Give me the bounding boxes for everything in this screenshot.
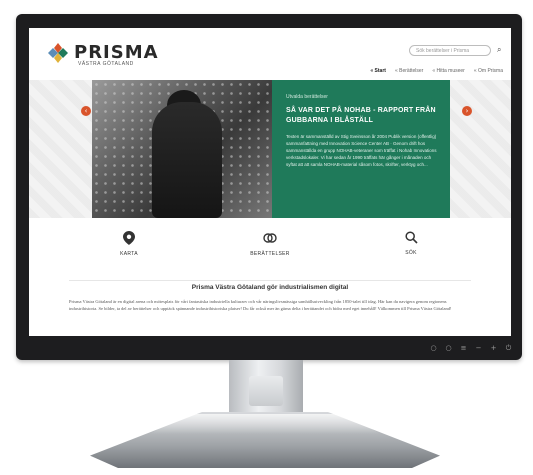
search-input[interactable]: Sök berättelser i Prisma	[409, 45, 491, 56]
feature-sok[interactable]: SÖK	[381, 231, 441, 256]
monitor-controls: ○ ○ ≡ − + ⏻	[430, 342, 512, 354]
hero-text: Texten är sammanställd av Stig Sveinsson…	[286, 134, 437, 167]
site-logo[interactable]: PRISMA VÄSTRA GÖTALAND	[47, 42, 159, 67]
monitor-power-icon[interactable]: ⏻	[505, 344, 512, 352]
prisma-logo-icon	[47, 42, 69, 64]
monitor-plus-icon[interactable]: +	[490, 344, 497, 352]
nav-hitta-museer[interactable]: « Hitta museer	[432, 68, 465, 74]
feature-label-karta: KARTA	[120, 251, 138, 257]
feature-berattelser[interactable]: BERÄTTELSER	[240, 231, 300, 257]
nav-start[interactable]: « Start	[370, 68, 386, 74]
section-divider	[69, 280, 471, 281]
map-pin-icon	[99, 231, 159, 248]
feature-label-berattelser: BERÄTTELSER	[250, 251, 290, 257]
feature-label-sok: SÖK	[405, 250, 417, 256]
stand-base-highlight	[150, 414, 380, 434]
hero-photo[interactable]	[92, 80, 272, 218]
logo-name: PRISMA	[74, 42, 159, 63]
hero-story-panel[interactable]: Utvalda berättelser SÅ VAR DET PÅ NOHAB …	[272, 80, 450, 218]
intro-text: Prisma Västra Götaland är en digital are…	[69, 299, 452, 311]
logo-subtitle: VÄSTRA GÖTALAND	[78, 61, 134, 67]
hero-kicker: Utvalda berättelser	[286, 94, 328, 100]
monitor-input-icon[interactable]: ○	[430, 344, 437, 352]
hero-title[interactable]: SÅ VAR DET PÅ NOHAB - RAPPORT FRÅN GUBBA…	[286, 106, 438, 126]
nav-berattelser[interactable]: « Berättelser	[395, 68, 423, 74]
feature-links: KARTA BERÄTTELSER SÖK	[29, 231, 511, 275]
carousel-prev-icon[interactable]: ‹	[81, 106, 91, 116]
monitor-minus-icon[interactable]: −	[475, 344, 482, 352]
monitor-menu-icon[interactable]: ≡	[460, 344, 467, 352]
intro-heading: Prisma Västra Götaland gör industrialism…	[191, 284, 349, 291]
search-icon	[381, 231, 441, 247]
stories-icon	[240, 231, 300, 248]
nav-om-prisma[interactable]: « Om Prisma	[474, 68, 503, 74]
hero-carousel: Utvalda berättelser SÅ VAR DET PÅ NOHAB …	[29, 80, 511, 218]
search-icon[interactable]: ⌕	[497, 45, 507, 55]
main-nav: « Start « Berättelser « Hitta museer « O…	[370, 68, 503, 74]
browser-screen: PRISMA VÄSTRA GÖTALAND Sök berättelser i…	[29, 28, 511, 336]
carousel-next-icon[interactable]: ›	[462, 106, 472, 116]
stand-cable-slot	[249, 376, 283, 406]
worker-figure	[152, 102, 222, 218]
monitor: PRISMA VÄSTRA GÖTALAND Sök berättelser i…	[16, 14, 522, 360]
feature-karta[interactable]: KARTA	[99, 231, 159, 257]
monitor-auto-icon[interactable]: ○	[445, 344, 452, 352]
site-header: PRISMA VÄSTRA GÖTALAND Sök berättelser i…	[29, 28, 511, 80]
